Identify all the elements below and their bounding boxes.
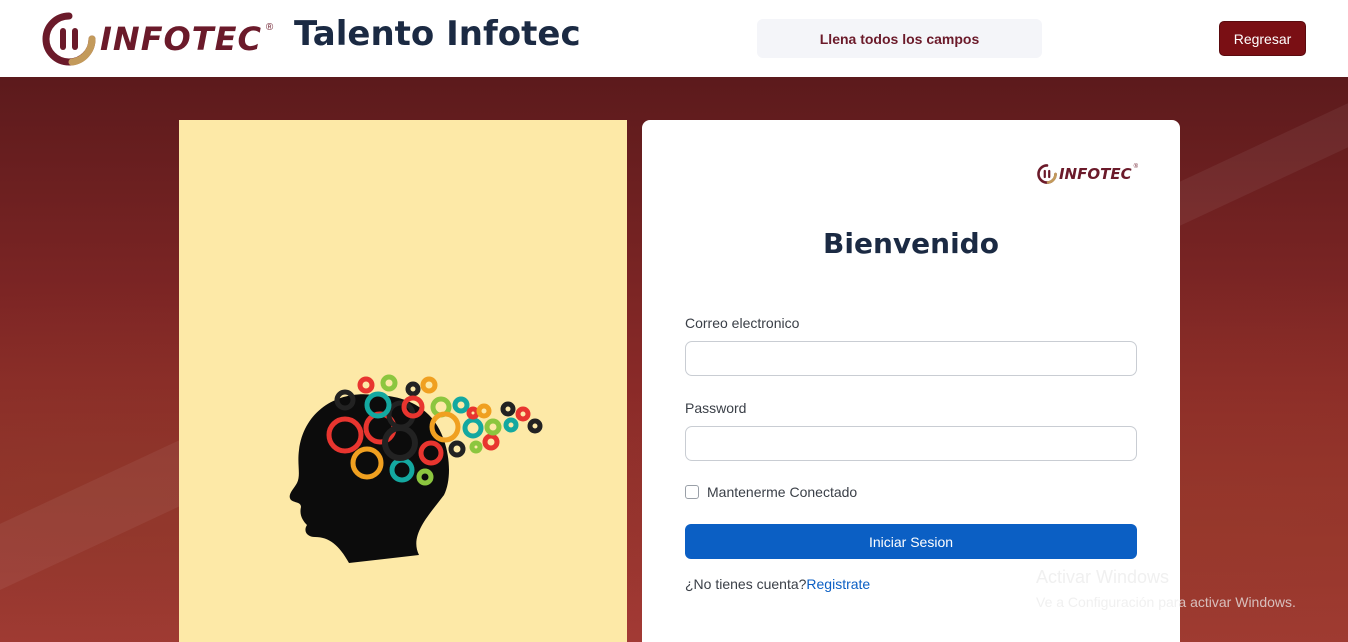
email-field[interactable] bbox=[685, 341, 1137, 376]
email-label: Correo electronico bbox=[685, 315, 800, 331]
registered-mark: ® bbox=[1133, 164, 1138, 170]
signup-prompt-text: ¿No tienes cuenta? bbox=[685, 576, 807, 592]
infotec-logo: INFOTEC ® bbox=[42, 12, 273, 66]
background-streak bbox=[1153, 83, 1348, 231]
card-logo: INFOTEC ® bbox=[1037, 164, 1138, 184]
validation-notice: Llena todos los campos bbox=[757, 19, 1042, 58]
infotec-logo-icon bbox=[1037, 164, 1057, 184]
app-title: Talento Infotec bbox=[294, 14, 581, 54]
signup-prompt: ¿No tienes cuenta?Registrate bbox=[685, 576, 870, 592]
remember-me-checkbox[interactable] bbox=[685, 485, 699, 499]
welcome-heading: Bienvenido bbox=[823, 227, 999, 260]
infotec-logo-icon bbox=[42, 12, 96, 66]
login-button[interactable]: Iniciar Sesion bbox=[685, 524, 1137, 559]
head-gears-illustration bbox=[289, 374, 543, 563]
password-label: Password bbox=[685, 400, 747, 416]
remember-me: Mantenerme Conectado bbox=[685, 484, 857, 500]
watermark-subtitle: Ve a Configuración para activar Windows. bbox=[1036, 594, 1296, 610]
top-header: INFOTEC ® Talento Infotec Llena todos lo… bbox=[0, 0, 1348, 77]
watermark-title: Activar Windows bbox=[1036, 567, 1170, 587]
brand-wordmark: INFOTEC bbox=[100, 20, 262, 58]
remember-me-label[interactable]: Mantenerme Conectado bbox=[707, 484, 857, 500]
password-field[interactable] bbox=[685, 426, 1137, 461]
register-link[interactable]: Registrate bbox=[806, 576, 870, 592]
back-button[interactable]: Regresar bbox=[1219, 21, 1306, 56]
illustration-panel bbox=[179, 120, 627, 642]
registered-mark: ® bbox=[265, 22, 274, 33]
windows-activation-watermark: Activar Windows Ve a Configuración para … bbox=[1036, 567, 1296, 610]
card-logo-wordmark: INFOTEC bbox=[1058, 165, 1132, 183]
login-card: INFOTEC ® Bienvenido Correo electronico … bbox=[642, 120, 1180, 642]
